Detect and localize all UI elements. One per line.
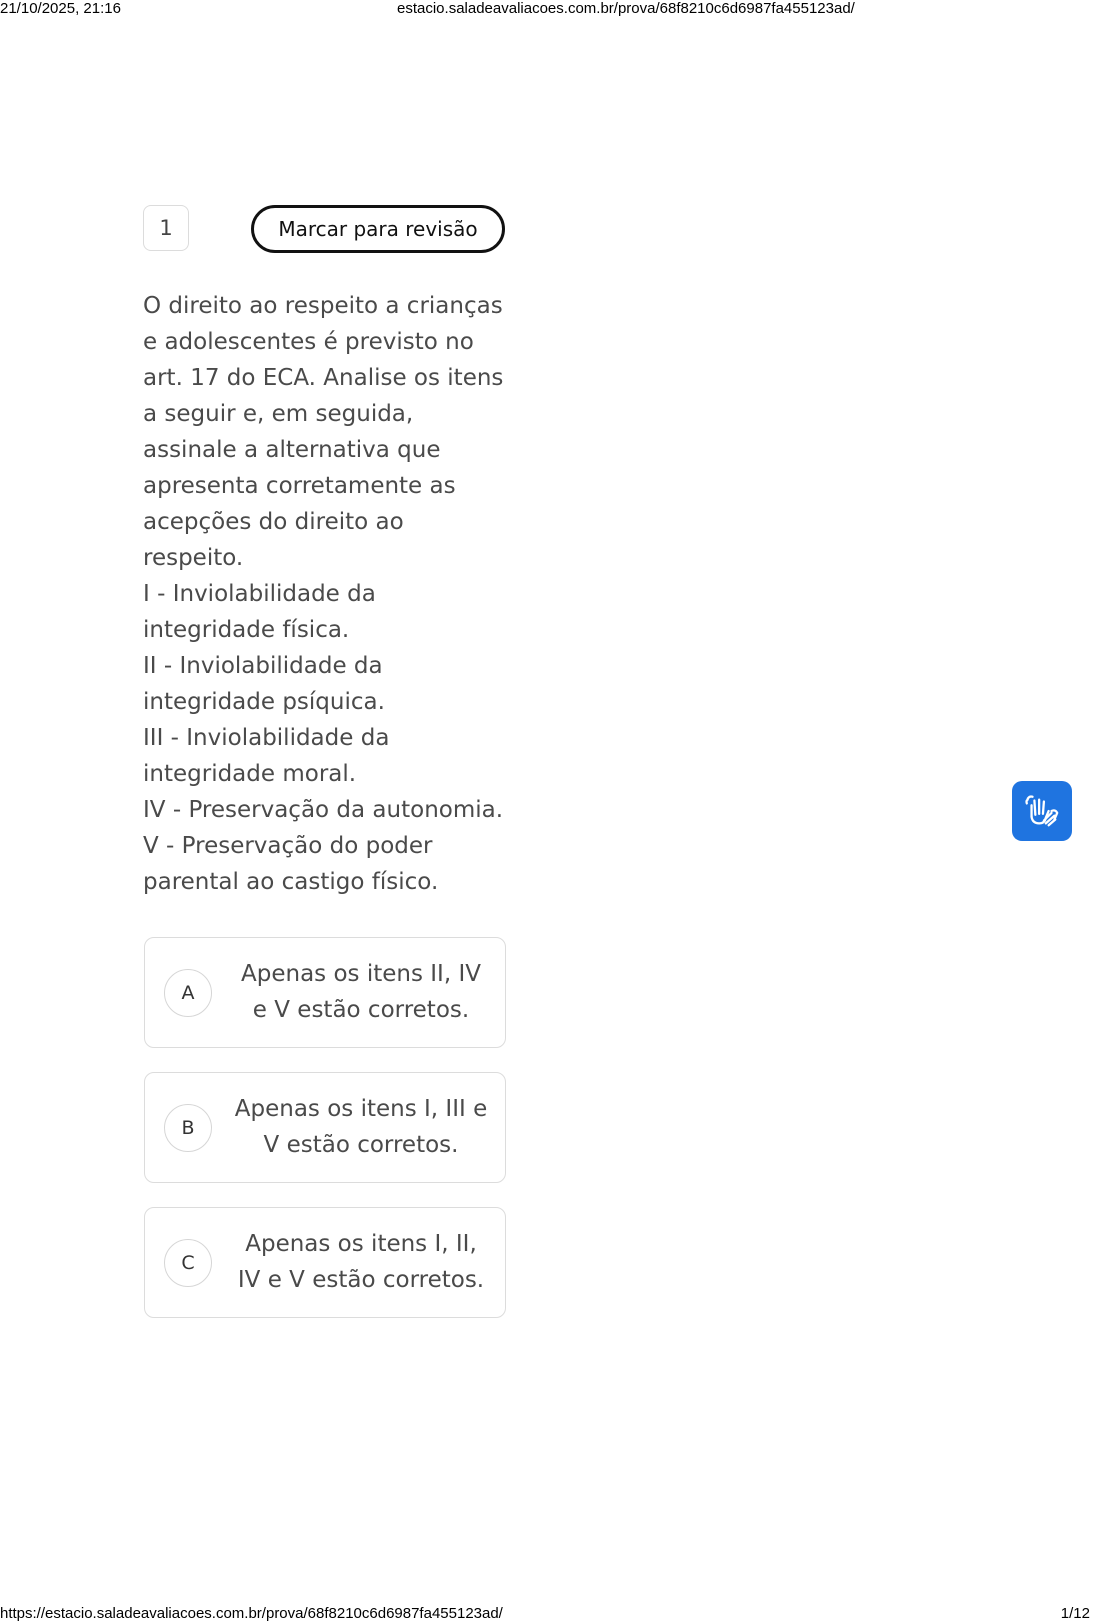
- sign-language-icon: [1025, 795, 1059, 827]
- sign-language-button[interactable]: [1012, 781, 1072, 841]
- option-text: Apenas os itens II, IV e V estão correto…: [241, 961, 481, 1023]
- option-a[interactable]: A Apenas os itens II, IV e V estão corre…: [144, 937, 506, 1048]
- option-letter: A: [164, 969, 212, 1017]
- mark-for-review-button[interactable]: Marcar para revisão: [251, 205, 505, 253]
- print-footer: https://estacio.saladeavaliacoes.com.br/…: [0, 1605, 1094, 1623]
- print-page-count: 1/12: [1060, 1605, 1090, 1622]
- option-c[interactable]: C Apenas os itens I, II, IV e V estão co…: [144, 1207, 506, 1318]
- option-b[interactable]: B Apenas os itens I, III e V estão corre…: [144, 1072, 506, 1183]
- option-text: Apenas os itens I, III e V estão correto…: [234, 1096, 488, 1158]
- option-letter: B: [164, 1104, 212, 1152]
- print-page-title: estacio.saladeavaliacoes.com.br/prova/68…: [397, 0, 855, 17]
- option-text: Apenas os itens I, II, IV e V estão corr…: [237, 1231, 485, 1293]
- option-letter: C: [164, 1239, 212, 1287]
- question-statement: O direito ao respeito a crianças e adole…: [143, 293, 504, 895]
- print-header: 21/10/2025, 21:16 estacio.saladeavaliaco…: [0, 0, 1094, 18]
- print-datetime: 21/10/2025, 21:16: [0, 0, 121, 17]
- print-url: https://estacio.saladeavaliacoes.com.br/…: [0, 1605, 503, 1622]
- question-number-badge: 1: [143, 205, 189, 251]
